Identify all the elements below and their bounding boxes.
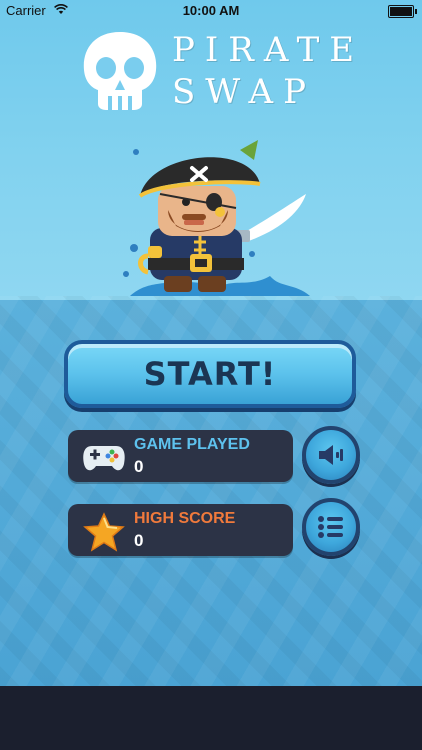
games-played-panel: GAME PLAYED 0	[68, 430, 293, 482]
bottom-bar	[0, 686, 422, 750]
high-score-label: HIGH SCORE	[134, 510, 236, 527]
battery-icon	[388, 5, 417, 18]
gamepad-icon	[82, 438, 126, 479]
games-played-value: 0	[134, 457, 144, 476]
pirate-character-icon	[120, 138, 320, 303]
sound-button[interactable]	[302, 426, 360, 484]
speaker-icon	[319, 445, 343, 465]
clock: 10:00 AM	[182, 3, 240, 18]
star-icon	[82, 512, 126, 557]
game-screen: Carrier 10:00 AM PIRATE SWAP START! GAME…	[0, 0, 422, 686]
skull-logo-icon	[80, 30, 160, 117]
high-score-value: 0	[134, 531, 144, 550]
status-bar: Carrier 10:00 AM	[0, 0, 422, 22]
high-score-panel: HIGH SCORE 0	[68, 504, 293, 556]
menu-list-icon	[318, 516, 343, 538]
game-title-line1: PIRATE	[172, 30, 365, 70]
start-button-label: START!	[143, 355, 277, 393]
game-title-line2: SWAP	[172, 72, 316, 112]
games-played-label: GAME PLAYED	[134, 436, 250, 453]
leaderboard-button[interactable]	[302, 498, 360, 556]
start-button[interactable]: START!	[64, 340, 356, 408]
